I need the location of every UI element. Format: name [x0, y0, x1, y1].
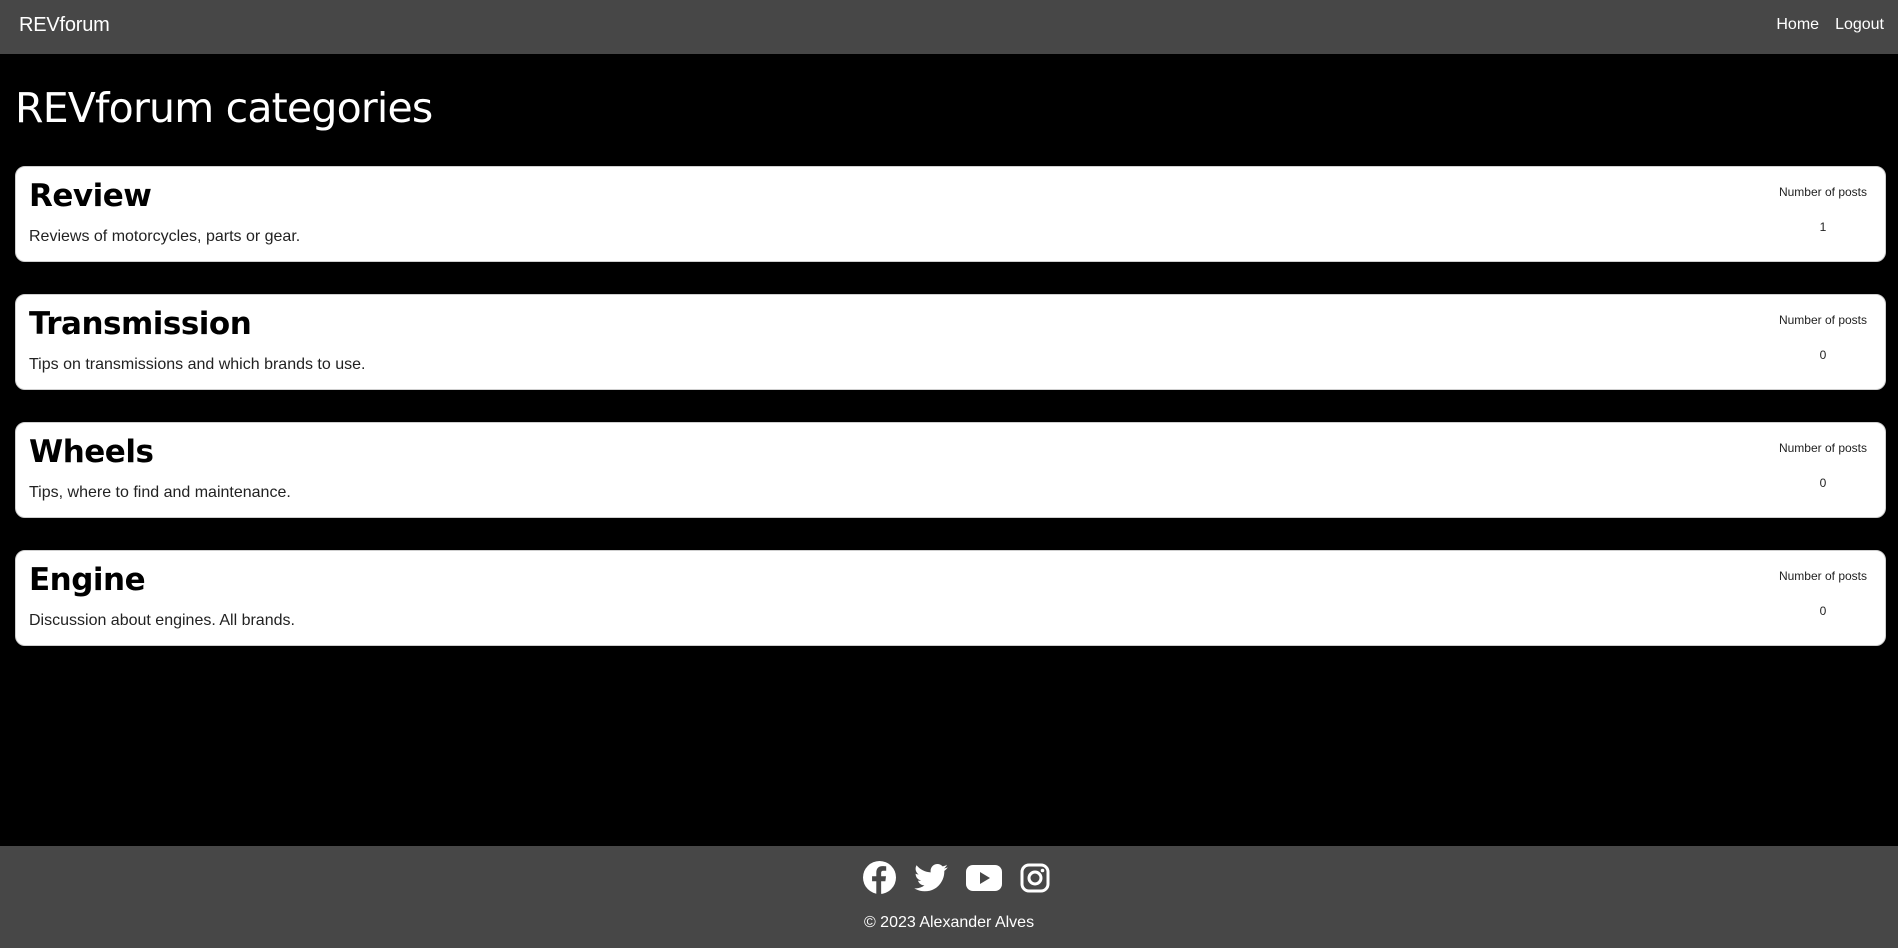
posts-count-value: 0 [1819, 348, 1827, 362]
category-name[interactable]: Wheels [29, 434, 154, 470]
posts-count-value: 1 [1819, 220, 1827, 234]
category-card-transmission[interactable]: Transmission Tips on transmissions and w… [15, 294, 1886, 390]
category-name[interactable]: Review [29, 178, 152, 214]
copyright-text: © 2023 Alexander Alves [863, 914, 1035, 931]
category-description: Tips on transmissions and which brands t… [29, 356, 366, 373]
category-card-engine[interactable]: Engine Discussion about engines. All bra… [15, 550, 1886, 646]
nav-home-link[interactable]: Home [1776, 16, 1819, 34]
category-list: Review Reviews of motorcycles, parts or … [15, 166, 1886, 678]
category-name[interactable]: Engine [29, 562, 146, 598]
page-title: REVforum categories [15, 84, 433, 132]
category-description: Discussion about engines. All brands. [29, 612, 295, 629]
posts-count-label: Number of posts [1778, 441, 1868, 455]
posts-count-label: Number of posts [1778, 313, 1868, 327]
twitter-icon[interactable] [914, 863, 948, 897]
social-links [863, 861, 1050, 899]
posts-count-value: 0 [1819, 476, 1827, 490]
posts-count-value: 0 [1819, 604, 1827, 618]
instagram-icon[interactable] [1020, 863, 1050, 898]
navbar: REVforum Home Logout [0, 0, 1898, 54]
brand-link[interactable]: REVforum [19, 14, 110, 37]
nav-logout-link[interactable]: Logout [1835, 16, 1884, 34]
category-description: Tips, where to find and maintenance. [29, 484, 291, 501]
nav-links: Home Logout [1776, 16, 1884, 34]
category-card-review[interactable]: Review Reviews of motorcycles, parts or … [15, 166, 1886, 262]
footer: © 2023 Alexander Alves [0, 846, 1898, 948]
posts-count-label: Number of posts [1778, 185, 1868, 199]
posts-count-label: Number of posts [1778, 569, 1868, 583]
category-name[interactable]: Transmission [29, 306, 252, 342]
category-description: Reviews of motorcycles, parts or gear. [29, 228, 301, 245]
youtube-icon[interactable] [966, 864, 1002, 896]
category-card-wheels[interactable]: Wheels Tips, where to find and maintenan… [15, 422, 1886, 518]
facebook-icon[interactable] [863, 861, 896, 899]
